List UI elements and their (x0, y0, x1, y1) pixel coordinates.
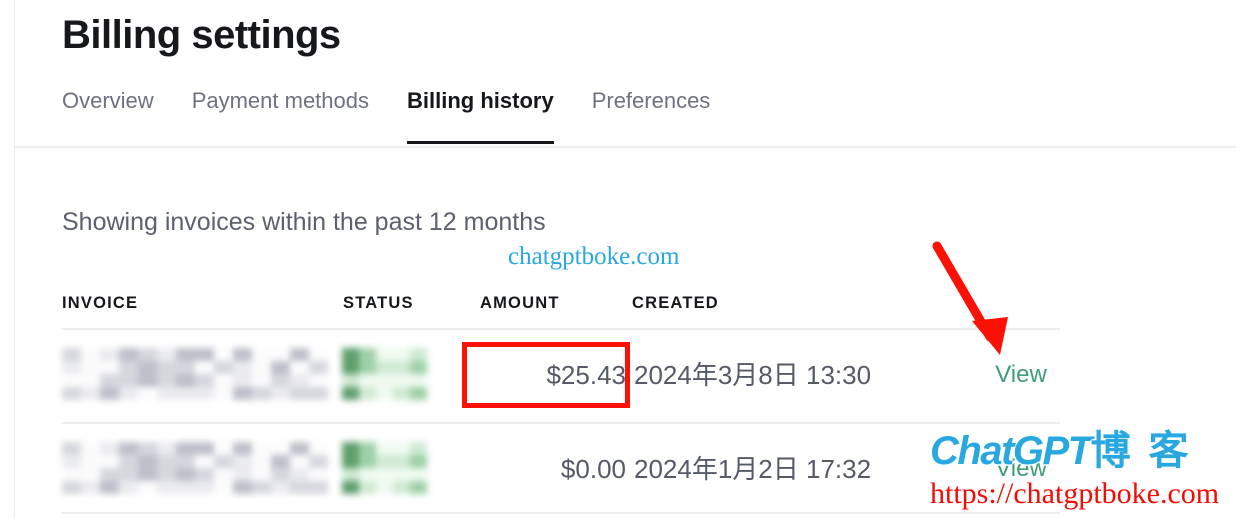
annotation-red-rectangle (462, 342, 630, 408)
table-row: $0.00 2024年1月2日 17:32 View (62, 424, 1060, 514)
billing-settings-page: Billing settings Overview Payment method… (0, 0, 1236, 518)
watermark-site-text: chatgptboke.com (508, 243, 680, 270)
table-row-divider (62, 512, 1060, 514)
billing-history-table: INVOICE STATUS AMOUNT CREATED $25.43 202… (62, 290, 1060, 514)
page-title: Billing settings (62, 13, 341, 57)
left-border-rule (14, 0, 15, 518)
cell-amount: $0.00 (560, 454, 626, 484)
column-header-amount: AMOUNT (480, 294, 560, 312)
column-header-invoice: INVOICE (62, 294, 139, 312)
tab-payment-methods-label: Payment methods (191, 88, 369, 113)
redacted-invoice-id (62, 348, 328, 400)
cell-created: 2024年3月8日 13:30 (634, 360, 872, 390)
view-invoice-link[interactable]: View (982, 330, 1060, 420)
column-header-status: STATUS (343, 294, 414, 312)
redacted-status-badge (342, 442, 427, 494)
tab-billing-history-label: Billing history (407, 88, 554, 113)
view-invoice-link[interactable]: View (982, 424, 1060, 514)
header-divider (15, 146, 1236, 148)
tab-overview-label: Overview (62, 88, 154, 113)
tab-preferences[interactable]: Preferences (592, 84, 711, 144)
tab-billing-history[interactable]: Billing history (407, 84, 554, 144)
table-header-row: INVOICE STATUS AMOUNT CREATED (62, 290, 1060, 328)
cell-created: 2024年1月2日 17:32 (634, 454, 872, 484)
watermark-logo-suffix: 博 客 (1090, 428, 1191, 474)
redacted-invoice-id (62, 442, 328, 494)
tab-overview[interactable]: Overview (62, 84, 154, 144)
tab-payment-methods[interactable]: Payment methods (192, 84, 369, 144)
column-header-created: CREATED (632, 294, 719, 312)
redacted-status-badge (342, 348, 427, 400)
showing-invoices-text: Showing invoices within the past 12 mont… (62, 208, 546, 236)
tab-preferences-label: Preferences (591, 88, 711, 113)
settings-tabs: Overview Payment methods Billing history… (62, 84, 748, 146)
